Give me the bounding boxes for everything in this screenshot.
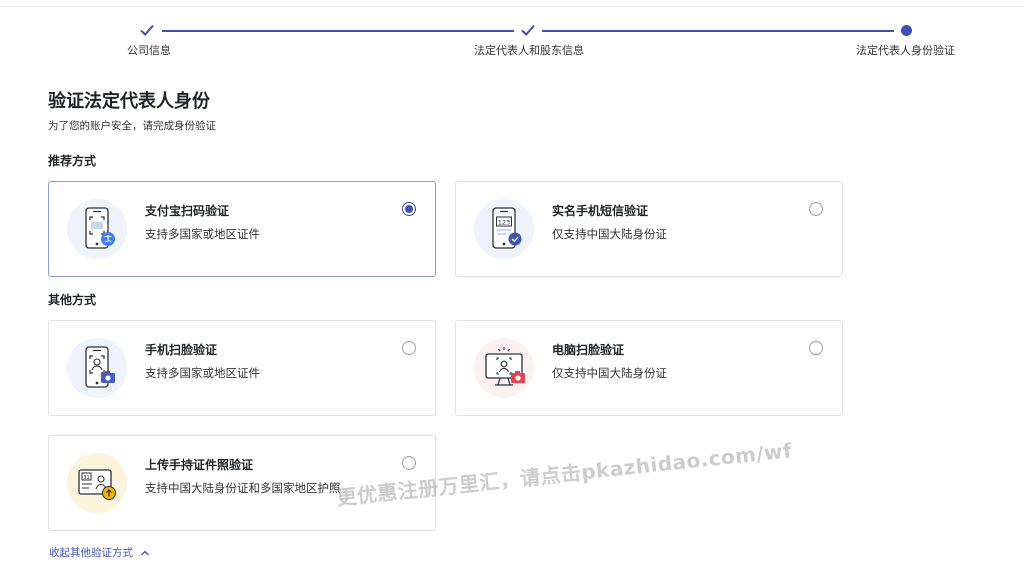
section-title-other: 其他方式 — [48, 293, 97, 307]
step-connector-1 — [162, 30, 514, 32]
option-radio[interactable] — [809, 341, 823, 355]
option-title: 电脑扫脸验证 — [552, 343, 625, 357]
computer-face-scan-icon — [474, 338, 534, 398]
upload-id-photo-icon: 31 — [67, 453, 127, 513]
svg-text:123: 123 — [498, 218, 510, 226]
option-card-sms[interactable]: 123 实名手机短信验证 仅支持中国大陆身份证 — [455, 181, 843, 277]
collapse-other-methods-link[interactable]: 收起其他验证方式 — [49, 545, 150, 560]
step-label-identity-verification: 法定代表人身份验证 — [856, 44, 955, 57]
option-radio[interactable] — [402, 341, 416, 355]
check-icon — [140, 24, 154, 36]
option-description: 支持中国大陆身份证和多国家地区护照 — [145, 481, 341, 495]
phone-face-scan-icon — [67, 338, 127, 398]
option-description: 支持多国家或地区证件 — [145, 227, 260, 241]
option-description: 仅支持中国大陆身份证 — [552, 366, 667, 380]
option-description: 仅支持中国大陆身份证 — [552, 227, 667, 241]
section-title-recommended: 推荐方式 — [48, 154, 97, 168]
step-label-company-info: 公司信息 — [127, 44, 171, 57]
alipay-scan-phone-icon — [67, 199, 127, 259]
sms-phone-icon: 123 — [474, 199, 534, 259]
option-title: 支付宝扫码验证 — [145, 204, 230, 218]
collapse-link-label: 收起其他验证方式 — [49, 547, 133, 559]
option-description: 支持多国家或地区证件 — [145, 366, 260, 380]
option-radio[interactable] — [809, 202, 823, 216]
option-title: 手机扫脸验证 — [145, 343, 218, 357]
current-step-dot — [901, 25, 912, 36]
step-label-legal-rep-shareholders: 法定代表人和股东信息 — [474, 44, 584, 57]
step-connector-2 — [542, 30, 894, 32]
chevron-up-icon — [141, 550, 150, 556]
progress-stepper: 公司信息 法定代表人和股东信息 法定代表人身份验证 — [0, 0, 1024, 60]
page-title: 验证法定代表人身份 — [48, 91, 210, 112]
option-card-alipay-scan[interactable]: 支付宝扫码验证 支持多国家或地区证件 — [48, 181, 436, 277]
option-title: 上传手持证件照验证 — [145, 458, 254, 472]
check-icon — [521, 24, 535, 36]
svg-text:31: 31 — [83, 475, 89, 481]
option-card-computer-face-scan[interactable]: 电脑扫脸验证 仅支持中国大陆身份证 — [455, 320, 843, 416]
option-radio[interactable] — [402, 456, 416, 470]
option-card-phone-face-scan[interactable]: 手机扫脸验证 支持多国家或地区证件 — [48, 320, 436, 416]
option-title: 实名手机短信验证 — [552, 204, 649, 218]
page-subtitle: 为了您的账户安全，请完成身份验证 — [48, 120, 216, 132]
option-radio[interactable] — [402, 202, 416, 216]
